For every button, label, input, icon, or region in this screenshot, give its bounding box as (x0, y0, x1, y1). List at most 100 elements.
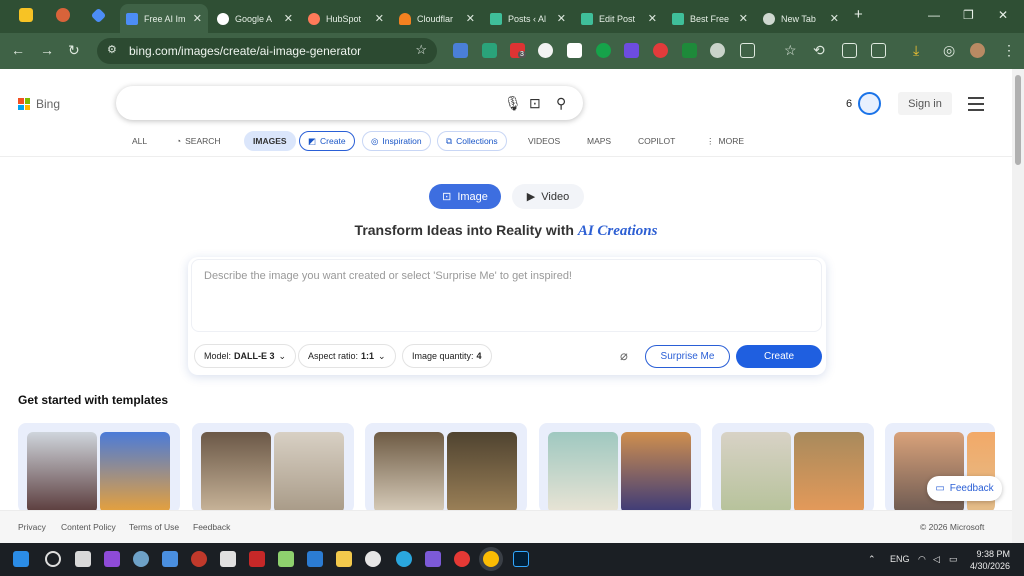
settings-icon[interactable] (133, 551, 149, 567)
rewards-icon[interactable] (858, 92, 881, 115)
battery-icon[interactable]: ▭ (949, 554, 958, 565)
photoshop-icon[interactable] (513, 551, 529, 567)
close-tab-icon[interactable]: ✕ (648, 12, 657, 25)
footer-content-policy-link[interactable]: Content Policy (61, 522, 116, 532)
close-window-icon[interactable]: ✕ (998, 8, 1008, 22)
calculator-icon[interactable] (162, 551, 178, 567)
close-tab-icon[interactable]: ✕ (375, 12, 384, 25)
nav-videos[interactable]: VIDEOS (528, 131, 560, 151)
close-tab-icon[interactable]: ✕ (557, 12, 566, 25)
chatgpt-icon[interactable] (365, 551, 381, 567)
create-button[interactable]: Create (736, 345, 822, 368)
close-tab-icon[interactable]: ✕ (739, 12, 748, 25)
bing-logo[interactable]: Bing (18, 97, 60, 111)
footer-feedback-link[interactable]: Feedback (193, 522, 230, 532)
image-mode-button[interactable]: ⊡ Image (429, 184, 501, 209)
task-view-icon[interactable] (75, 551, 91, 567)
template-card[interactable] (365, 423, 527, 513)
footer-terms-link[interactable]: Terms of Use (129, 522, 179, 532)
site-info-icon[interactable]: ⚙ (107, 43, 117, 56)
language-indicator[interactable]: ENG (890, 554, 910, 564)
tab-bing-create[interactable]: Free AI Im ✕ (120, 4, 208, 33)
edge-icon[interactable] (396, 551, 412, 567)
attach-icon[interactable]: ⌀ (620, 348, 628, 364)
scrollbar-thumb[interactable] (1015, 75, 1021, 165)
nav-more[interactable]: ⋮ MORE (706, 131, 744, 151)
opera-icon[interactable] (454, 551, 470, 567)
tab-new-tab[interactable]: New Tab ✕ (757, 4, 845, 33)
profile-avatar[interactable] (970, 43, 985, 58)
prompt-textarea[interactable]: Describe the image you want created or s… (191, 259, 822, 332)
tab-google[interactable]: Google A ✕ (211, 4, 299, 33)
nav-all[interactable]: ALL (132, 131, 147, 151)
taskbar-clock[interactable]: 9:38 PM 4/30/2026 (970, 548, 1010, 572)
tab-posts[interactable]: Posts ‹ Al ✕ (484, 4, 572, 33)
taskbar-app-icon[interactable] (307, 551, 323, 567)
nav-search[interactable]: ◔ SEARCH (176, 131, 221, 151)
nav-collections[interactable]: ⧉ Collections (437, 131, 507, 151)
extension-icon[interactable] (624, 43, 639, 58)
bookmark-star-icon[interactable]: ☆ (415, 42, 427, 58)
notepad-icon[interactable] (278, 551, 294, 567)
template-card[interactable] (712, 423, 874, 513)
download-icon[interactable]: ⤓ (913, 42, 919, 59)
taskbar-app-icon[interactable] (425, 551, 441, 567)
minimize-icon[interactable]: — (928, 8, 940, 22)
nav-images[interactable]: IMAGES (244, 131, 296, 151)
tab-edit-post[interactable]: Edit Post ✕ (575, 4, 663, 33)
extension-icon[interactable]: 3 (510, 43, 526, 58)
image-quantity[interactable]: Image quantity: 4 (402, 344, 492, 368)
template-card[interactable] (539, 423, 701, 513)
model-select[interactable]: Model: DALL-E 3 ⌄ (194, 344, 297, 368)
translate-extension-icon[interactable] (453, 43, 468, 58)
snipping-tool-icon[interactable] (220, 551, 236, 567)
pinned-tab-keep-icon[interactable] (19, 8, 33, 22)
tab-cloudflare[interactable]: Cloudflar ✕ (393, 4, 481, 33)
close-tab-icon[interactable]: ✕ (193, 12, 202, 25)
extensions-puzzle-icon[interactable] (740, 43, 755, 58)
taskbar-app-icon[interactable] (104, 551, 120, 567)
close-tab-icon[interactable]: ✕ (466, 12, 475, 25)
extension-icon[interactable] (538, 43, 553, 58)
start-icon[interactable] (13, 551, 29, 567)
template-card[interactable] (192, 423, 354, 513)
media-player-icon[interactable] (191, 551, 207, 567)
video-mode-button[interactable]: ▶ Video (512, 184, 584, 209)
footer-privacy-link[interactable]: Privacy (18, 522, 46, 532)
reload-icon[interactable]: ↻ (68, 42, 80, 59)
chrome-icon[interactable] (483, 551, 499, 567)
nav-maps[interactable]: MAPS (587, 131, 611, 151)
close-tab-icon[interactable]: ✕ (830, 12, 839, 25)
search-icon[interactable] (45, 551, 61, 567)
template-card[interactable] (18, 423, 180, 513)
back-icon[interactable]: ← (11, 42, 25, 58)
extension-icon[interactable] (710, 43, 725, 58)
reading-list-icon[interactable] (842, 43, 857, 58)
page-scrollbar[interactable] (1012, 69, 1024, 543)
volume-icon[interactable]: ◁ (933, 554, 940, 565)
extension-icon[interactable] (653, 43, 668, 58)
visual-search-icon[interactable]: ⊡ (529, 95, 541, 112)
filezilla-icon[interactable] (249, 551, 265, 567)
history-icon[interactable]: ⟲ (813, 42, 825, 59)
restore-icon[interactable]: ❐ (963, 8, 974, 22)
notion-extension-icon[interactable] (567, 43, 582, 58)
performance-icon[interactable]: ◎ (943, 42, 955, 59)
address-bar[interactable]: ⚙ bing.com/images/create/ai-image-genera… (97, 38, 437, 64)
tab-hubspot[interactable]: HubSpot ✕ (302, 4, 390, 33)
tray-overflow-icon[interactable]: ⌃ (868, 554, 876, 565)
wifi-icon[interactable]: ◠ (918, 554, 926, 565)
extension-icon[interactable] (682, 43, 697, 58)
grammarly-extension-icon[interactable] (596, 43, 611, 58)
new-tab-icon[interactable]: + (854, 6, 863, 23)
sign-in-button[interactable]: Sign in (898, 92, 952, 115)
menu-dots-icon[interactable]: ⋮ (1002, 42, 1016, 59)
close-tab-icon[interactable]: ✕ (284, 12, 293, 25)
nav-inspiration[interactable]: ◎ Inspiration (362, 131, 431, 151)
file-explorer-icon[interactable] (336, 551, 352, 567)
nav-create[interactable]: ◩ Create (299, 131, 355, 151)
search-icon[interactable]: ⚲ (556, 95, 566, 112)
feedback-button[interactable]: ▭ Feedback (927, 476, 1002, 501)
hamburger-menu-icon[interactable] (968, 97, 984, 115)
extension-icon[interactable] (482, 43, 497, 58)
